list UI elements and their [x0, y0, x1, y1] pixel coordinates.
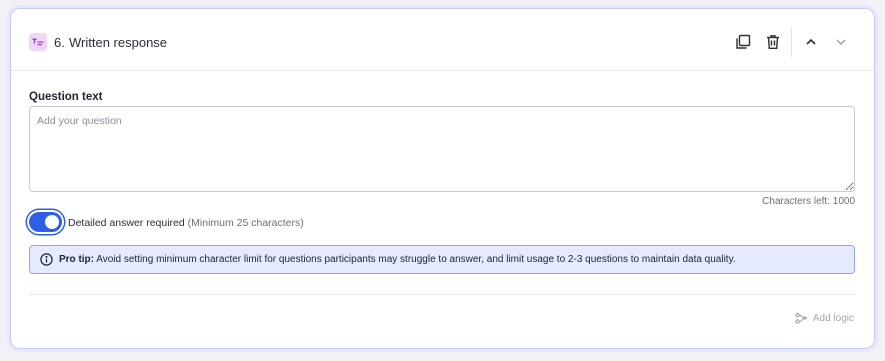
footer-divider: [29, 294, 855, 295]
detailed-answer-toggle[interactable]: [29, 212, 62, 232]
pro-tip-text: Pro tip: Avoid setting minimum character…: [59, 254, 736, 265]
question-card: 6. Written response Question text Add yo…: [10, 8, 875, 349]
add-logic-button[interactable]: Add logic: [795, 312, 854, 324]
duplicate-icon: [736, 34, 751, 49]
add-logic-label: Add logic: [812, 312, 854, 324]
question-title: Written response: [69, 35, 168, 50]
trash-icon: [767, 35, 779, 49]
question-header: 6. Written response: [11, 9, 874, 71]
detailed-answer-sublabel: (Minimum 25 characters): [187, 217, 304, 229]
question-text-label: Question text: [29, 91, 103, 103]
chevron-up-icon: [806, 38, 816, 45]
duplicate-button[interactable]: [732, 31, 754, 53]
detailed-answer-label: Detailed answer required (Minimum 25 cha…: [68, 217, 304, 229]
branch-logic-icon: [795, 312, 808, 324]
delete-button[interactable]: [762, 31, 784, 53]
written-response-icon: [29, 33, 47, 51]
pro-tip-body: Avoid setting minimum character limit fo…: [96, 254, 736, 265]
characters-left: Characters left: 1000: [762, 196, 855, 207]
pro-tip-banner: Pro tip: Avoid setting minimum character…: [29, 245, 855, 274]
header-divider: [791, 27, 792, 57]
move-up-button[interactable]: [800, 31, 822, 53]
pro-tip-title: Pro tip:: [59, 254, 94, 265]
question-number: 6.: [54, 35, 65, 50]
detailed-answer-label-text: Detailed answer required: [68, 217, 185, 229]
info-icon: [40, 253, 53, 266]
question-text-input[interactable]: [29, 106, 855, 192]
toggle-knob: [45, 215, 59, 229]
move-down-button[interactable]: [830, 31, 852, 53]
chevron-down-icon: [836, 39, 846, 45]
